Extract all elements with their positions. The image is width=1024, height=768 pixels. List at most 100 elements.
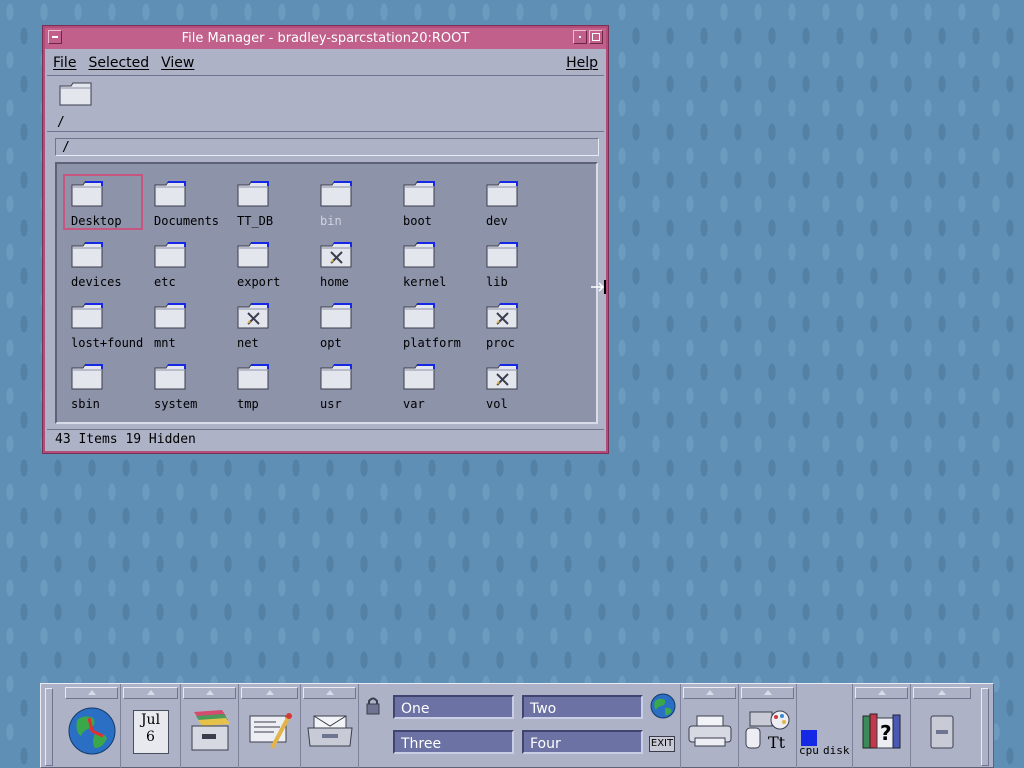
svg-text:?: ?: [880, 721, 892, 745]
folder-icon: [71, 180, 105, 211]
file-name: proc: [486, 336, 515, 350]
clock-subpanel-arrow[interactable]: [65, 687, 118, 699]
text-editor-icon[interactable]: [246, 708, 294, 758]
folder-icon: [154, 363, 188, 394]
file-item[interactable]: net: [229, 296, 309, 352]
menu-file[interactable]: File: [47, 55, 82, 71]
file-name: devices: [71, 275, 122, 289]
mail-slot: [301, 684, 359, 768]
file-item[interactable]: vol: [478, 357, 558, 413]
panel-right-handle[interactable]: [981, 688, 989, 766]
trash-can-icon[interactable]: [928, 712, 956, 754]
minimize-button[interactable]: [573, 30, 587, 44]
workspace-three-button[interactable]: Three: [393, 730, 514, 754]
folder-icon: [486, 180, 520, 211]
trash-subpanel-arrow[interactable]: [913, 687, 971, 699]
window-menu-button[interactable]: [48, 30, 62, 44]
mail-subpanel-arrow[interactable]: [303, 687, 356, 699]
file-item[interactable]: devices: [63, 235, 143, 291]
file-item[interactable]: home: [312, 235, 392, 291]
panel-left-handle[interactable]: [45, 688, 53, 766]
mail-tray-icon[interactable]: [306, 714, 354, 752]
file-item[interactable]: opt: [312, 296, 392, 352]
help-subpanel-arrow[interactable]: [855, 687, 908, 699]
trash-slot: [911, 684, 973, 768]
folder-icon: [71, 302, 105, 333]
workspace-two-button[interactable]: Two: [522, 695, 643, 719]
folder-icon: [320, 302, 354, 333]
menu-view[interactable]: View: [155, 55, 200, 71]
file-item[interactable]: lib: [478, 235, 558, 291]
file-item[interactable]: lost+found: [63, 296, 143, 352]
file-item[interactable]: Documents: [146, 174, 226, 230]
file-item[interactable]: export: [229, 235, 309, 291]
file-item[interactable]: dev: [478, 174, 558, 230]
tools-subpanel-arrow[interactable]: [741, 687, 794, 699]
file-item[interactable]: mnt: [146, 296, 226, 352]
folder-icon: [71, 241, 105, 272]
menu-help[interactable]: Help: [560, 55, 604, 71]
help-books-icon[interactable]: ?: [861, 712, 903, 754]
lock-icon[interactable]: [365, 696, 381, 720]
exit-button[interactable]: EXIT: [649, 736, 675, 752]
files-subpanel-arrow[interactable]: [183, 687, 236, 699]
file-item[interactable]: usr: [312, 357, 392, 413]
folder-icon: [237, 180, 271, 211]
disk-label: disk: [823, 744, 850, 757]
globe-clock-icon[interactable]: [67, 706, 117, 760]
file-name: export: [237, 275, 281, 289]
printer-subpanel-arrow[interactable]: [683, 687, 736, 699]
file-item[interactable]: kernel: [395, 235, 475, 291]
calendar-slot: Jul 6: [121, 684, 181, 768]
calendar-icon[interactable]: Jul 6: [132, 710, 169, 754]
printer-slot: [681, 684, 739, 768]
calendar-subpanel-arrow[interactable]: [123, 687, 178, 699]
style-manager-slot: Tt: [739, 684, 797, 768]
printer-icon[interactable]: [687, 714, 733, 752]
menu-selected[interactable]: Selected: [82, 55, 155, 71]
svg-text:Tt: Tt: [768, 733, 786, 752]
file-item[interactable]: etc: [146, 235, 226, 291]
folder-icon: [237, 241, 271, 272]
file-item[interactable]: bin: [312, 174, 392, 230]
file-name: boot: [403, 214, 432, 228]
workspace-four-button[interactable]: Four: [522, 730, 643, 754]
text-editor-slot: [239, 684, 301, 768]
file-item[interactable]: proc: [478, 296, 558, 352]
file-name: net: [237, 336, 259, 350]
file-item[interactable]: var: [395, 357, 475, 413]
title-bar[interactable]: File Manager - bradley-sparcstation20:RO…: [45, 28, 606, 49]
folder-icon: [154, 302, 188, 333]
folder-icon: [71, 363, 105, 394]
file-name: dev: [486, 214, 508, 228]
file-item[interactable]: platform: [395, 296, 475, 352]
file-item[interactable]: boot: [395, 174, 475, 230]
file-name: usr: [320, 397, 342, 411]
maximize-button[interactable]: [589, 30, 603, 44]
clock-slot: [63, 684, 121, 768]
file-item[interactable]: TT_DB: [229, 174, 309, 230]
file-item[interactable]: tmp: [229, 357, 309, 413]
file-item[interactable]: Desktop: [63, 174, 143, 230]
path-field[interactable]: /: [55, 138, 599, 156]
file-manager-window: File Manager - bradley-sparcstation20:RO…: [42, 25, 609, 454]
file-pane: Desktop Documents TT_DB bin boot dev devices et…: [55, 162, 598, 424]
editor-subpanel-arrow[interactable]: [241, 687, 298, 699]
file-name: platform: [403, 336, 461, 350]
file-name: lost+found: [71, 336, 144, 350]
folder-icon: [154, 241, 188, 272]
cpu-disk-meter: cpu disk: [797, 684, 853, 768]
style-manager-icon[interactable]: Tt: [744, 710, 792, 756]
file-cabinet-icon[interactable]: [188, 708, 232, 758]
file-name: bin: [320, 214, 342, 228]
resize-cursor-icon: [590, 279, 610, 299]
globe-icon[interactable]: [650, 693, 676, 723]
folder-icon[interactable]: [59, 81, 93, 111]
window-title: File Manager - bradley-sparcstation20:RO…: [181, 31, 470, 46]
file-item[interactable]: system: [146, 357, 226, 413]
file-item[interactable]: sbin: [63, 357, 143, 413]
file-name: lib: [486, 275, 508, 289]
file-name: mnt: [154, 336, 176, 350]
file-manager-slot: [181, 684, 239, 768]
workspace-one-button[interactable]: One: [393, 695, 514, 719]
